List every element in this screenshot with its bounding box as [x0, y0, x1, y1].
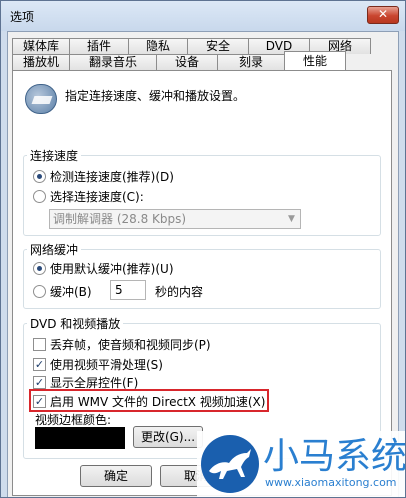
tab-burn[interactable]: 刻录	[217, 54, 285, 70]
custom-buffer-option[interactable]: 缓冲(B)	[33, 283, 92, 300]
speed-select-value: 调制解调器 (28.8 Kbps)	[53, 212, 187, 226]
smoothing-option[interactable]: ✓ 使用视频平滑处理(S)	[33, 356, 163, 373]
close-button[interactable]: ✕	[367, 6, 399, 24]
highlight-box	[29, 389, 269, 412]
network-buffer-group	[23, 249, 381, 309]
border-color-swatch	[35, 427, 125, 449]
tab-player[interactable]: 播放机	[12, 54, 70, 70]
smoothing-text: 使用视频平滑处理(S)	[50, 358, 163, 372]
ok-button[interactable]: 确定	[80, 465, 152, 487]
watermark-url: www.xiaomaxitong.com	[265, 476, 397, 489]
custom-buffer-text: 缓冲(B)	[50, 285, 92, 299]
detect-speed-text: 检测连接速度(推荐)(D)	[50, 170, 174, 184]
dialog-client: 媒体库 插件 隐私 安全 DVD 网络 播放机 翻录音乐 设备 刻录 性能 指定…	[7, 31, 399, 497]
detect-speed-option[interactable]: 检测连接速度(推荐)(D)	[33, 168, 174, 185]
tab-library[interactable]: 媒体库	[12, 38, 70, 54]
tab-privacy[interactable]: 隐私	[128, 38, 188, 54]
choose-speed-text: 选择连接速度(C):	[50, 190, 144, 204]
default-buffer-option[interactable]: 使用默认缓冲(推荐)(U)	[33, 260, 174, 277]
title-bar[interactable]: 选项 ✕	[1, 1, 405, 31]
default-buffer-text: 使用默认缓冲(推荐)(U)	[50, 262, 174, 276]
smoothing-checkbox[interactable]: ✓	[33, 358, 46, 371]
connection-speed-label: 连接速度	[27, 147, 82, 164]
tab-devices[interactable]: 设备	[156, 54, 218, 70]
window-title: 选项	[10, 10, 35, 24]
choose-speed-option[interactable]: 选择连接速度(C):	[33, 188, 144, 205]
drop-frames-checkbox[interactable]	[33, 338, 46, 351]
border-color-label: 视频边框颜色:	[35, 413, 112, 427]
tab-plugins[interactable]: 插件	[69, 38, 129, 54]
options-dialog: 选项 ✕ 媒体库 插件 隐私 安全 DVD 网络 播放机 翻录音乐 设备 刻录 …	[0, 0, 406, 498]
speed-select[interactable]: 调制解调器 (28.8 Kbps) ▼	[49, 209, 301, 229]
default-buffer-radio[interactable]	[33, 262, 46, 275]
choose-speed-radio[interactable]	[33, 190, 46, 203]
horse-logo-icon	[201, 435, 259, 493]
watermark-brand: 小马系统	[263, 436, 406, 477]
performance-icon	[25, 84, 57, 114]
tab-rip-music[interactable]: 翻录音乐	[69, 54, 157, 70]
drop-frames-text: 丢弃帧，使音频和视频同步(P)	[50, 338, 211, 352]
fullscreen-checkbox[interactable]: ✓	[33, 376, 46, 389]
header-description: 指定连接速度、缓冲和播放设置。	[65, 89, 246, 103]
change-color-button[interactable]: 更改(G)...	[133, 426, 203, 448]
tab-performance[interactable]: 性能	[284, 51, 346, 70]
buffer-seconds-suffix: 秒的内容	[155, 285, 204, 299]
custom-buffer-radio[interactable]	[33, 285, 46, 298]
video-playback-label: DVD 和视频播放	[27, 315, 124, 332]
drop-frames-option[interactable]: 丢弃帧，使音频和视频同步(P)	[33, 336, 211, 353]
detect-speed-radio[interactable]	[33, 170, 46, 183]
chevron-down-icon[interactable]: ▼	[283, 210, 300, 228]
tab-security[interactable]: 安全	[187, 38, 249, 54]
tab-row-bottom: 播放机 翻录音乐 设备 刻录 性能	[12, 51, 346, 70]
buffer-seconds-input[interactable]: 5	[110, 280, 146, 300]
network-buffer-label: 网络缓冲	[27, 241, 82, 258]
